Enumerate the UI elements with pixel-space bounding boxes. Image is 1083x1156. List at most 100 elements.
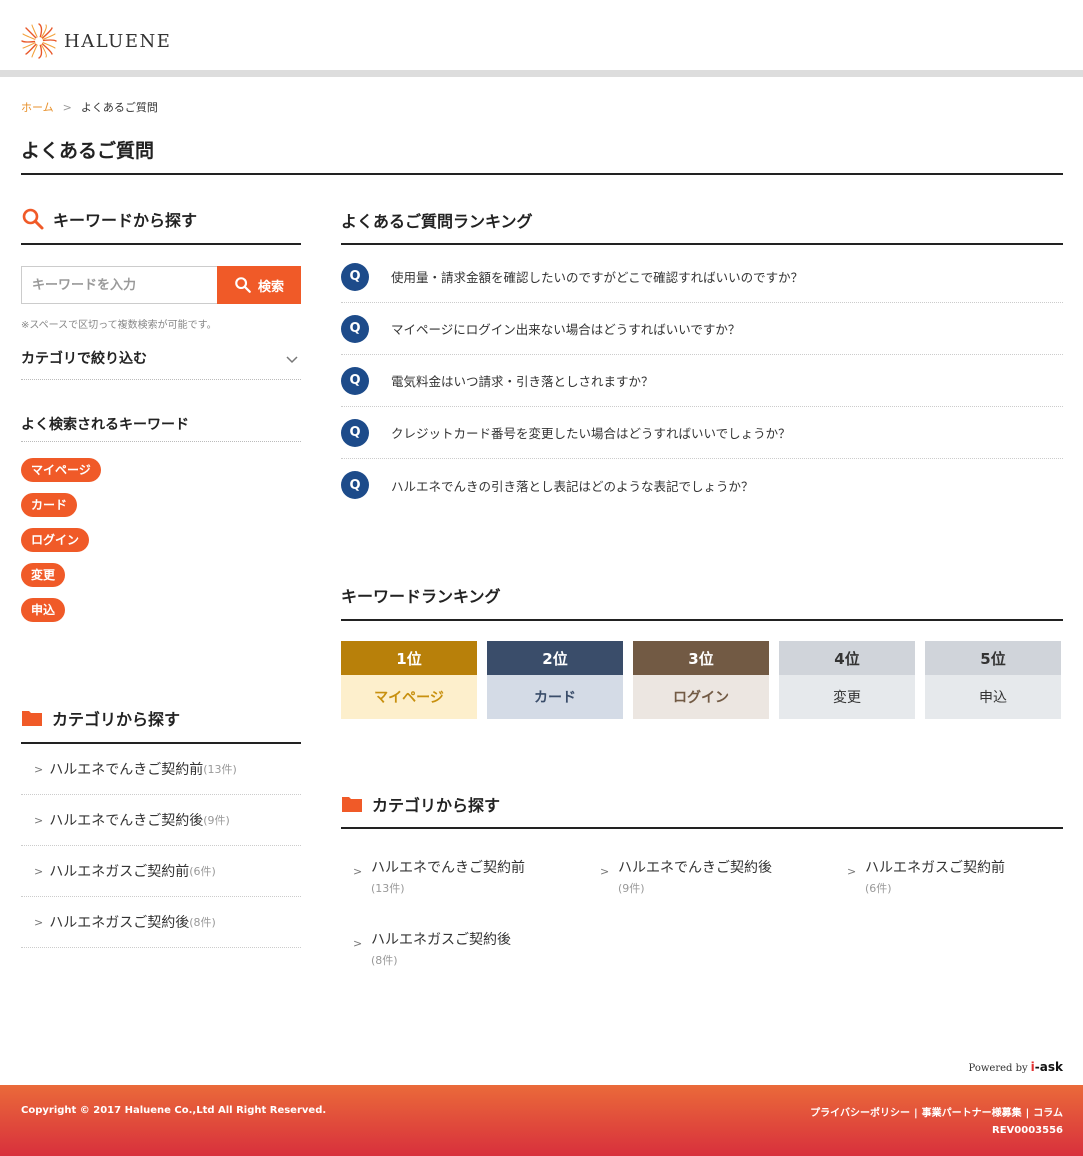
category-right-heading-label: カテゴリから探す	[372, 796, 501, 815]
keyword-rank-card[interactable]: 5位 申込	[925, 641, 1061, 719]
question-badge-icon: Q	[341, 314, 369, 343]
chevron-right-icon: >	[34, 813, 44, 827]
title-divider	[21, 173, 1063, 175]
faq-question: マイページにログイン出来ない場合はどうすればいいですか？	[391, 322, 741, 337]
category-filter-toggle[interactable]: カテゴリで絞り込む	[21, 348, 301, 380]
category-item[interactable]: > ハルエネでんきご契約前 (13件)	[21, 744, 301, 795]
category-item-label: ハルエネガスご契約前	[865, 860, 1005, 876]
popular-keywords-divider	[21, 441, 301, 442]
column-link[interactable]: コラム	[1033, 1108, 1063, 1119]
rank-position: 5位	[925, 641, 1061, 675]
breadcrumb: ホーム > よくあるご質問	[21, 99, 158, 115]
search-icon	[235, 277, 251, 293]
site-header: HALUENE	[0, 0, 1083, 77]
rank-keyword: 変更	[779, 675, 915, 719]
faq-ranking-heading: よくあるご質問ランキング	[341, 212, 533, 231]
keyword-rank-card[interactable]: 3位 ログイン	[633, 641, 769, 719]
breadcrumb-home-link[interactable]: ホーム	[21, 99, 54, 115]
revision-code: REV0003556	[992, 1125, 1063, 1136]
search-button-label: 検索	[257, 279, 284, 295]
keyword-tag[interactable]: 変更	[21, 563, 66, 587]
logo-text: HALUENE	[64, 30, 172, 52]
category-item-count: (9件)	[203, 814, 230, 827]
rank-keyword: 申込	[925, 675, 1061, 719]
keyword-tag[interactable]: カード	[21, 493, 78, 517]
faq-question: 電気料金はいつ請求・引き落としされますか？	[391, 374, 654, 389]
category-item-label: ハルエネでんきご契約前	[49, 762, 204, 778]
category-item-label: ハルエネガスご契約後	[371, 932, 511, 948]
category-item-label: ハルエネガスご契約後	[49, 915, 190, 931]
category-item-label: ハルエネでんきご契約前	[371, 860, 525, 876]
faq-item[interactable]: Q クレジットカード番号を変更したい場合はどうすればいいでしょうか？	[341, 407, 1063, 459]
copyright: Copyright © 2017 Haluene Co.,Ltd All Rig…	[21, 1105, 327, 1116]
iask-logo: i-ask	[1031, 1060, 1063, 1074]
faq-question: クレジットカード番号を変更したい場合はどうすればいいでしょうか？	[391, 426, 791, 441]
site-footer: Copyright © 2017 Haluene Co.,Ltd All Rig…	[0, 1085, 1083, 1156]
page-title: よくあるご質問	[21, 140, 155, 162]
logo[interactable]: HALUENE	[20, 22, 171, 60]
footer-links: プライバシーポリシー | 事業パートナー様募集 | コラム REV0003556	[810, 1105, 1063, 1139]
keyword-ranking-grid: 1位 マイページ 2位 カード 3位 ログイン 4位 変更 5位 申込	[341, 641, 1063, 719]
category-item-count: (13件)	[203, 763, 237, 776]
category-item[interactable]: > ハルエネガスご契約前 (6件)	[835, 858, 1025, 899]
rank-position: 2位	[487, 641, 623, 675]
popular-keywords-heading: よく検索されるキーワード	[21, 417, 189, 433]
category-item-label: ハルエネでんきご契約後	[618, 860, 772, 876]
category-item[interactable]: > ハルエネガスご契約前 (6件)	[21, 846, 301, 897]
folder-icon	[342, 797, 362, 812]
search-button[interactable]: 検索	[217, 266, 301, 304]
keyword-search-heading: キーワードから探す	[21, 207, 197, 231]
chevron-right-icon: >	[353, 937, 363, 950]
powered-by[interactable]: Powered by i-ask	[969, 1060, 1063, 1074]
keyword-ranking-heading: キーワードランキング	[341, 587, 501, 606]
category-item-label: ハルエネガスご契約前	[49, 864, 190, 880]
category-left-heading: カテゴリから探す	[21, 706, 180, 730]
faq-ranking-list: Q 使用量・請求金額を確認したいのですがどこで確認すればいいのですか？ Q マイ…	[341, 251, 1063, 511]
faq-item[interactable]: Q 電気料金はいつ請求・引き落としされますか？	[341, 355, 1063, 407]
keyword-rank-card[interactable]: 4位 変更	[779, 641, 915, 719]
powered-by-prefix: Powered by	[968, 1063, 1028, 1074]
rank-keyword: ログイン	[633, 675, 769, 719]
category-right-divider	[341, 827, 1063, 829]
keyword-search-divider	[21, 243, 301, 245]
keyword-rank-card[interactable]: 1位 マイページ	[341, 641, 477, 719]
keyword-tag[interactable]: マイページ	[21, 458, 101, 482]
category-item-count: (13件)	[371, 882, 405, 895]
search-input[interactable]	[21, 266, 217, 304]
category-item-label: ハルエネでんきご契約後	[49, 813, 204, 829]
category-item[interactable]: > ハルエネガスご契約後 (8件)	[341, 930, 531, 971]
category-item-count: (8件)	[189, 916, 216, 929]
category-item-count: (6件)	[865, 882, 892, 895]
category-item[interactable]: > ハルエネでんきご契約後 (9件)	[588, 858, 778, 899]
chevron-right-icon: >	[34, 762, 44, 776]
breadcrumb-current: よくあるご質問	[80, 101, 158, 114]
search-form: 検索	[21, 266, 301, 304]
category-item-count: (6件)	[189, 865, 216, 878]
keyword-tag[interactable]: 申込	[21, 598, 66, 622]
breadcrumb-separator: >	[62, 100, 72, 114]
category-item[interactable]: > ハルエネでんきご契約前 (13件)	[341, 858, 531, 899]
faq-item[interactable]: Q ハルエネでんきの引き落とし表記はどのような表記でしょうか？	[341, 459, 1063, 511]
keyword-tag[interactable]: ログイン	[21, 528, 90, 552]
chevron-down-icon	[286, 356, 298, 364]
category-item[interactable]: > ハルエネでんきご契約後 (9件)	[21, 795, 301, 846]
faq-item[interactable]: Q マイページにログイン出来ない場合はどうすればいいですか？	[341, 303, 1063, 355]
rank-position: 4位	[779, 641, 915, 675]
rank-keyword: カード	[487, 675, 623, 719]
faq-ranking-divider	[341, 243, 1063, 245]
category-item-count: (8件)	[371, 954, 398, 967]
rank-keyword: マイページ	[341, 675, 477, 719]
chevron-right-icon: >	[34, 915, 44, 929]
category-item-count: (9件)	[618, 882, 645, 895]
category-left-heading-label: カテゴリから探す	[52, 710, 181, 729]
category-right-heading: カテゴリから探す	[341, 792, 500, 816]
faq-item[interactable]: Q 使用量・請求金額を確認したいのですがどこで確認すればいいのですか？	[341, 251, 1063, 303]
keyword-rank-card[interactable]: 2位 カード	[487, 641, 623, 719]
search-icon	[22, 208, 44, 230]
privacy-policy-link[interactable]: プライバシーポリシー	[810, 1108, 910, 1119]
partner-recruit-link[interactable]: 事業パートナー様募集	[922, 1108, 1022, 1119]
keyword-search-heading-label: キーワードから探す	[53, 211, 198, 230]
rank-position: 3位	[633, 641, 769, 675]
faq-question: 使用量・請求金額を確認したいのですがどこで確認すればいいのですか？	[391, 270, 804, 285]
category-item[interactable]: > ハルエネガスご契約後 (8件)	[21, 897, 301, 948]
